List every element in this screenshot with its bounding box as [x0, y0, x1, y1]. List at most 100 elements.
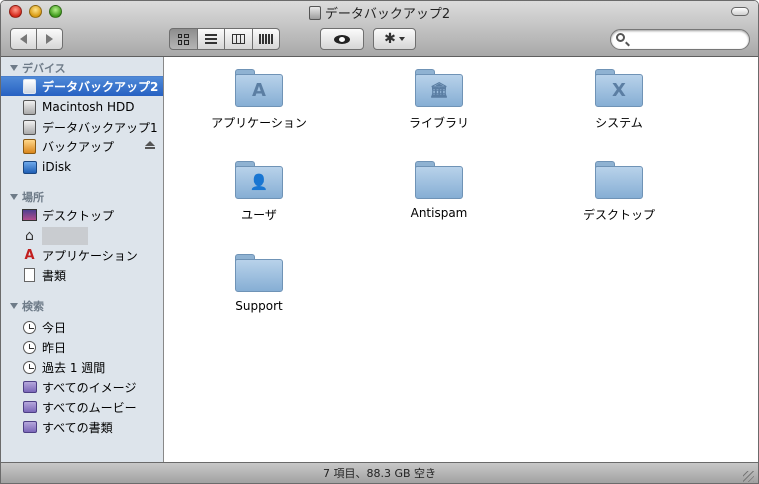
toolbar-toggle-button[interactable] — [731, 7, 749, 16]
file-item-library[interactable]: 🏛 ライブラリ — [369, 69, 509, 131]
sidebar-item-all-images[interactable]: すべてのイメージ — [1, 377, 163, 397]
smart-folder-icon — [22, 401, 37, 413]
file-item-system[interactable]: X システム — [549, 69, 689, 131]
search-icon — [616, 33, 625, 42]
search-input[interactable] — [633, 32, 743, 47]
list-view-button[interactable] — [197, 28, 225, 50]
clock-icon — [23, 360, 36, 374]
gear-icon: ✱ — [384, 31, 396, 47]
back-forward-control — [10, 28, 63, 50]
applications-folder-icon: A — [235, 69, 283, 107]
sidebar-header-search[interactable]: 検索 — [10, 298, 44, 314]
finder-window: データバックアップ2 ✱ デバイス データバックアップ2 Macintosh H… — [0, 0, 759, 484]
sidebar-item-label: データバックアップ1 — [42, 120, 158, 135]
file-item-label: Antispam — [410, 206, 468, 220]
sidebar-header-places[interactable]: 場所 — [10, 189, 44, 205]
sidebar-item-applications[interactable]: A アプリケーション — [1, 245, 163, 265]
disclosure-triangle-icon — [10, 303, 18, 309]
sidebar-item-device-backup1[interactable]: データバックアップ1 — [1, 117, 163, 137]
sidebar-item-past-week[interactable]: 過去 1 週間 — [1, 357, 163, 377]
sidebar-item-label: 昨日 — [42, 340, 67, 355]
toolbar: データバックアップ2 ✱ — [1, 1, 758, 57]
back-arrow-icon — [20, 34, 27, 44]
sidebar-item-label: すべての書類 — [42, 420, 113, 435]
desktop-icon — [22, 209, 37, 221]
column-view-button[interactable] — [225, 28, 253, 50]
sidebar-item-yesterday[interactable]: 昨日 — [1, 337, 163, 357]
home-icon: ⌂ — [25, 228, 34, 244]
resize-grip-icon[interactable] — [743, 471, 754, 482]
file-item-desktop[interactable]: デスクトップ — [549, 161, 689, 223]
chevron-down-icon — [398, 37, 405, 41]
disclosure-triangle-icon — [10, 65, 18, 71]
sidebar-item-documents[interactable]: 書類 — [1, 265, 163, 285]
users-folder-icon: 👤 — [235, 161, 283, 199]
sidebar-item-device-idisk[interactable]: iDisk — [1, 157, 163, 177]
folder-icon — [235, 254, 283, 292]
coverflow-view-button[interactable] — [252, 28, 280, 50]
sidebar-item-label: データバックアップ2 — [42, 80, 159, 94]
smart-folder-icon — [22, 381, 37, 393]
file-item-label: ライブラリ — [408, 116, 469, 130]
sidebar-item-label: 過去 1 週間 — [42, 360, 106, 375]
sidebar: デバイス データバックアップ2 Macintosh HDD データバックアップ1… — [1, 57, 164, 462]
file-item-label: ユーザ — [241, 208, 277, 222]
sidebar-item-label: 今日 — [42, 320, 67, 335]
sidebar-item-label: すべてのムービー — [42, 400, 137, 415]
file-item-label: Support — [235, 299, 283, 313]
file-item-label: デスクトップ — [582, 208, 655, 222]
sidebar-item-label: 書類 — [42, 268, 67, 283]
sidebar-item-label: アプリケーション — [42, 248, 138, 263]
icon-view-icon — [177, 33, 189, 45]
hard-drive-icon — [23, 99, 36, 115]
list-view-icon — [204, 34, 217, 44]
system-folder-icon: X — [595, 69, 643, 107]
sidebar-item-device-macintosh-hdd[interactable]: Macintosh HDD — [1, 97, 163, 117]
hard-drive-icon — [23, 79, 36, 94]
quick-look-button[interactable] — [320, 28, 364, 50]
documents-icon — [24, 268, 35, 282]
sidebar-header-devices[interactable]: デバイス — [10, 60, 66, 76]
sidebar-item-device-backup2[interactable]: データバックアップ2 — [1, 76, 163, 96]
file-item-applications[interactable]: A アプリケーション — [189, 69, 329, 131]
applications-icon: A — [24, 247, 35, 263]
clock-icon — [23, 340, 36, 354]
sidebar-item-desktop[interactable]: デスクトップ — [1, 205, 163, 225]
sidebar-item-home[interactable]: ⌂ — [1, 226, 163, 246]
file-item-support[interactable]: Support — [189, 254, 329, 313]
library-folder-icon: 🏛 — [415, 69, 463, 107]
file-icon-view: A アプリケーション 🏛 ライブラリ X システム 👤 ユーザ Antispam… — [165, 57, 758, 462]
sidebar-item-all-documents[interactable]: すべての書類 — [1, 417, 163, 437]
sidebar-item-label: バックアップ — [42, 139, 115, 154]
file-item-label: システム — [595, 116, 643, 130]
sidebar-item-label: Macintosh HDD — [42, 100, 135, 114]
disclosure-triangle-icon — [10, 194, 18, 200]
sidebar-item-today[interactable]: 今日 — [1, 317, 163, 337]
search-field[interactable] — [610, 29, 750, 50]
smart-folder-icon — [22, 421, 37, 433]
idisk-icon — [22, 160, 37, 174]
hard-drive-icon — [308, 6, 321, 20]
clock-icon — [23, 320, 36, 334]
forward-button[interactable] — [37, 28, 63, 50]
sidebar-item-all-movies[interactable]: すべてのムービー — [1, 397, 163, 417]
folder-icon — [415, 161, 463, 199]
back-button[interactable] — [10, 28, 37, 50]
file-item-label: アプリケーション — [211, 116, 307, 130]
window-title: データバックアップ2 — [324, 7, 451, 22]
window-title-bar: データバックアップ2 — [1, 3, 758, 22]
file-item-antispam[interactable]: Antispam — [369, 161, 509, 220]
status-text: 7 項目、88.3 GB 空き — [322, 467, 437, 480]
status-bar: 7 項目、88.3 GB 空き — [1, 462, 758, 483]
action-menu-button[interactable]: ✱ — [373, 28, 416, 50]
eject-icon[interactable] — [145, 141, 155, 149]
eye-icon — [334, 34, 350, 44]
sidebar-item-device-backup[interactable]: バックアップ — [1, 136, 163, 156]
view-mode-control — [169, 28, 280, 50]
external-drive-icon — [23, 138, 36, 154]
file-item-users[interactable]: 👤 ユーザ — [189, 161, 329, 223]
redacted-username — [42, 227, 88, 245]
folder-icon — [595, 161, 643, 199]
icon-view-button[interactable] — [169, 28, 198, 50]
hard-drive-icon — [23, 119, 36, 135]
